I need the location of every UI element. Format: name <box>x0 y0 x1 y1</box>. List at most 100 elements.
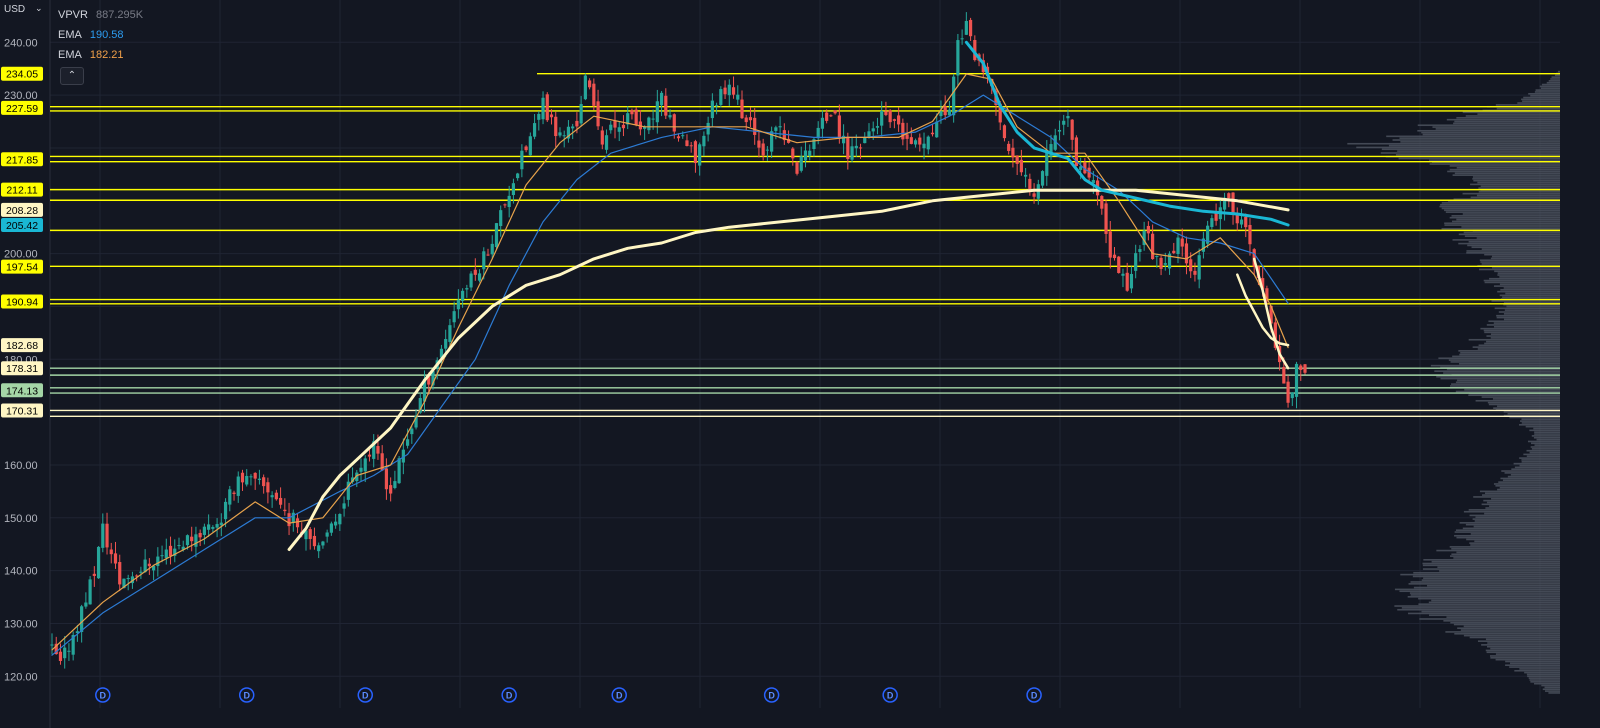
candle-body <box>1112 254 1117 259</box>
volume-profile-bar <box>1459 353 1560 356</box>
candle-body <box>363 458 367 472</box>
volume-profile-bar <box>1493 285 1560 287</box>
volume-profile-bar <box>1526 673 1560 676</box>
candle-body <box>494 223 499 248</box>
volume-profile-bar <box>1397 150 1560 152</box>
volume-profile-bar <box>1494 270 1560 273</box>
volume-profile-bar <box>1463 634 1560 637</box>
candle-body <box>105 523 109 548</box>
volume-profile-bar <box>1473 496 1560 498</box>
volume-profile-bar <box>1529 679 1560 681</box>
candle-body <box>1100 196 1104 209</box>
legend-value: 190.58 <box>89 29 124 41</box>
candle-body <box>816 127 820 139</box>
candle-body <box>266 482 270 493</box>
volume-profile-bar <box>1421 579 1560 581</box>
volume-profile-bar <box>1534 682 1560 685</box>
candle-body <box>516 173 520 179</box>
volume-profile-bar <box>1398 157 1560 160</box>
collapse-legend-button[interactable]: ⌃ <box>60 67 84 85</box>
volume-profile-bar <box>1478 187 1560 189</box>
candle-body <box>1299 365 1303 370</box>
volume-profile-bar <box>1441 207 1560 210</box>
volume-profile-bar <box>1504 472 1560 474</box>
volume-profile-bar <box>1485 638 1560 641</box>
candle-body <box>943 106 947 116</box>
volume-profile-bar <box>1470 196 1560 199</box>
candle-body <box>58 651 63 661</box>
volume-profile-bar <box>1484 281 1560 284</box>
candle-body <box>109 549 113 555</box>
candle-body <box>1108 231 1112 258</box>
volume-profile-bar <box>1446 616 1560 618</box>
legend-row-ema-2[interactable]: EMA 182.21 <box>58 45 143 65</box>
legend-row-vpvr[interactable]: VPVR 887.295K <box>58 5 143 25</box>
volume-profile-bar <box>1481 644 1560 646</box>
volume-profile-bar <box>1521 98 1560 101</box>
volume-profile-bar <box>1452 239 1560 241</box>
volume-profile-bar <box>1551 76 1560 78</box>
candle-body <box>892 119 896 121</box>
volume-profile-bar <box>1517 102 1560 104</box>
volume-profile-bar <box>1507 412 1560 415</box>
candle-body <box>126 578 130 580</box>
volume-profile-bar <box>1519 668 1560 670</box>
volume-profile-bar <box>1521 459 1560 461</box>
candle-body <box>757 140 761 148</box>
candle-body <box>1117 256 1121 273</box>
chevron-down-icon[interactable]: ⌄ <box>35 3 43 14</box>
candle-body <box>968 19 973 37</box>
volume-profile-bar <box>1476 237 1560 239</box>
candle-body <box>1189 259 1193 272</box>
candle-body <box>228 489 232 505</box>
volume-profile-bar <box>1465 115 1560 117</box>
volume-profile-bar <box>1487 642 1560 644</box>
volume-profile-bar <box>1534 444 1560 446</box>
legend-name: EMA <box>58 49 82 61</box>
volume-profile-bar <box>1477 113 1560 115</box>
candle-body <box>850 146 854 160</box>
volume-profile-bar <box>1451 215 1560 217</box>
volume-profile-bar <box>1513 462 1560 465</box>
volume-profile-bar <box>1443 372 1560 374</box>
candle-body <box>1104 203 1108 234</box>
candle-body <box>888 110 892 123</box>
candle-body <box>723 87 727 95</box>
candle-body <box>905 134 909 139</box>
volume-profile-bar <box>1493 407 1560 409</box>
candle-body <box>1011 147 1015 158</box>
volume-profile-bar <box>1505 664 1560 667</box>
candle-body <box>253 472 257 479</box>
volume-profile-bar <box>1540 87 1560 90</box>
candle-body <box>461 290 465 302</box>
price-chart[interactable]: DDDDDDDD 240.00230.00200.00180.00160.001… <box>0 0 1600 728</box>
price-label-text: 182.68 <box>6 340 38 352</box>
volume-profile-bar <box>1441 202 1560 204</box>
dividend-marker-label: D <box>506 691 513 701</box>
candle-body <box>236 476 240 496</box>
volume-profile-bar <box>1471 246 1560 249</box>
candle-body <box>549 114 554 118</box>
currency-label[interactable]: USD <box>4 4 25 15</box>
candle-body <box>558 132 562 136</box>
candle-body <box>270 495 274 498</box>
volume-profile-bar <box>1500 477 1560 480</box>
dividend-marker-label: D <box>616 691 623 701</box>
candle-body <box>829 115 833 117</box>
volume-profile-bar <box>1497 290 1560 293</box>
volume-profile-bar <box>1473 525 1560 528</box>
candle-body <box>630 110 634 115</box>
volume-profile-bar <box>1469 636 1560 639</box>
candle-body <box>452 311 456 323</box>
volume-profile-bar <box>1468 394 1560 397</box>
candle-body <box>482 251 486 270</box>
legend-row-ema-1[interactable]: EMA 190.58 <box>58 25 143 45</box>
volume-profile-bar <box>1479 268 1560 271</box>
indicator-legend: VPVR 887.295K EMA 190.58 EMA 182.21 <box>58 5 143 65</box>
chevron-up-icon: ⌃ <box>67 70 77 81</box>
volume-profile-bar <box>1454 531 1560 533</box>
candle-body <box>1294 363 1299 397</box>
volume-profile-bar <box>1470 183 1560 186</box>
volume-profile-bar <box>1466 252 1560 254</box>
volume-profile-bar <box>1409 592 1560 594</box>
